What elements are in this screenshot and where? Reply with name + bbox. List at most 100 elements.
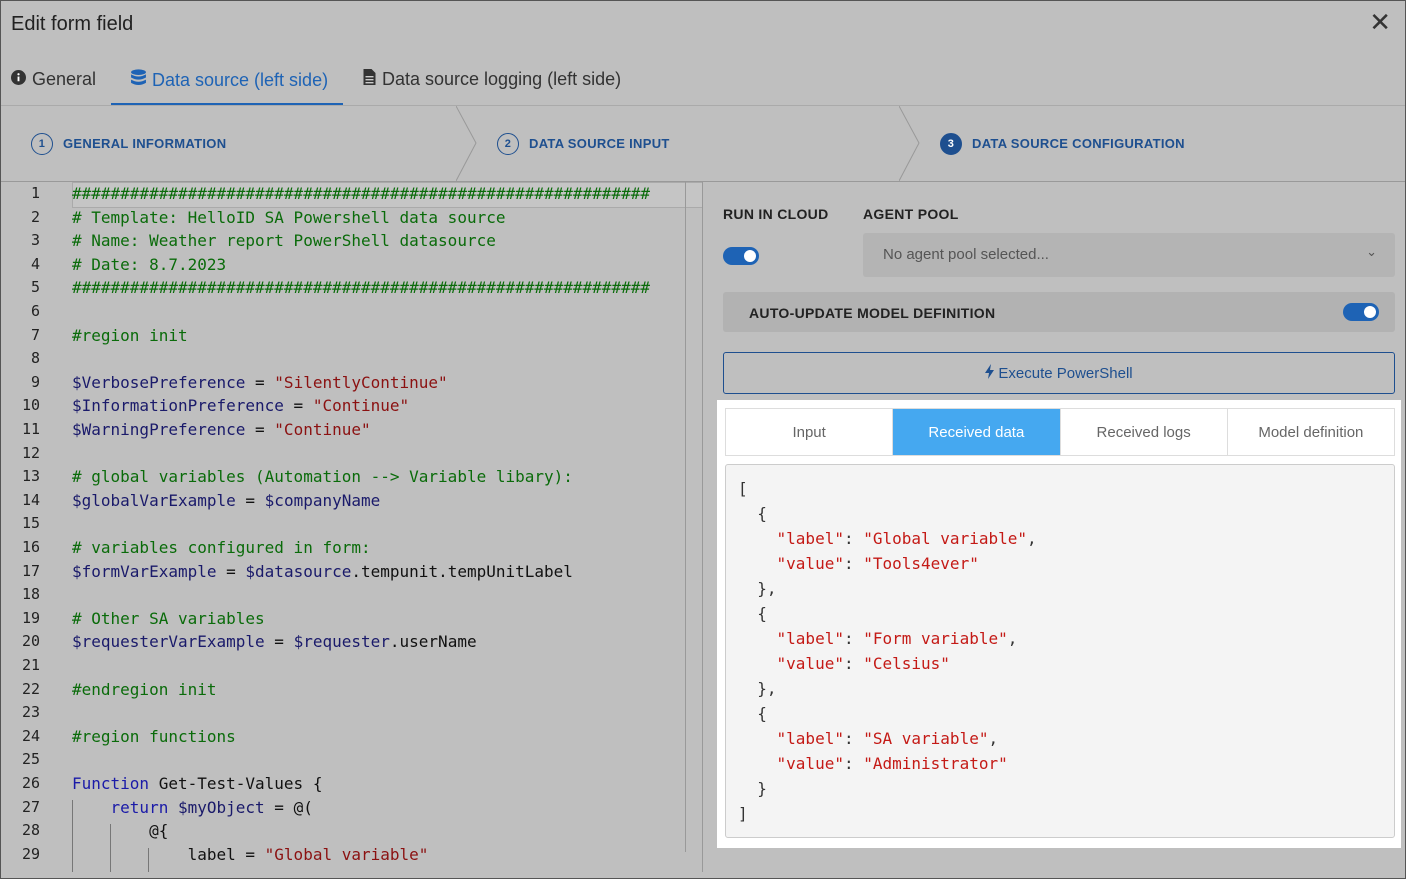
step-label: DATA SOURCE INPUT bbox=[529, 136, 670, 151]
chevron-down-icon: ⌄ bbox=[1366, 244, 1377, 259]
received-data-output: [ { "label": "Global variable", "value":… bbox=[725, 464, 1395, 838]
line-number: 25 bbox=[21, 750, 40, 769]
chevron-right-icon bbox=[899, 106, 920, 181]
code-line: ########################################… bbox=[72, 278, 650, 298]
line-number: 29 bbox=[21, 844, 40, 863]
step-data-source-configuration[interactable]: 3 DATA SOURCE CONFIGURATION bbox=[940, 106, 1185, 181]
code-line: return $myObject = @( bbox=[110, 797, 313, 817]
agent-pool-select[interactable]: No agent pool selected... ⌄ bbox=[863, 233, 1395, 277]
step-label: DATA SOURCE CONFIGURATION bbox=[972, 136, 1185, 151]
close-icon[interactable]: ✕ bbox=[1369, 7, 1391, 38]
auto-update-row: AUTO-UPDATE MODEL DEFINITION bbox=[723, 292, 1395, 332]
result-panel: Input Received data Received logs Model … bbox=[717, 400, 1401, 848]
code-line: $WarningPreference = "Continue" bbox=[72, 420, 371, 439]
code-line: # Name: Weather report PowerShell dataso… bbox=[72, 231, 496, 251]
auto-update-toggle[interactable] bbox=[1343, 303, 1379, 321]
code-line: # Template: HelloID SA Powershell data s… bbox=[72, 207, 506, 227]
info-icon bbox=[11, 69, 26, 90]
code-line: Function Get-Test-Values { bbox=[72, 774, 323, 793]
json-line: { bbox=[738, 604, 767, 623]
json-line: { bbox=[738, 704, 767, 723]
line-number: 28 bbox=[21, 821, 40, 840]
line-number: 17 bbox=[21, 561, 40, 580]
line-number: 16 bbox=[21, 538, 40, 556]
code-line: #region init bbox=[72, 325, 188, 345]
json-line: }, bbox=[738, 679, 777, 698]
code-line: # Date: 8.7.2023 bbox=[72, 254, 227, 274]
step-number: 3 bbox=[940, 132, 962, 155]
line-number: 1 bbox=[30, 184, 40, 202]
json-line: "value": "Celsius" bbox=[776, 654, 950, 673]
result-tabs: Input Received data Received logs Model … bbox=[725, 408, 1395, 456]
tab-received-data[interactable]: Received data bbox=[893, 409, 1061, 455]
auto-update-label: AUTO-UPDATE MODEL DEFINITION bbox=[749, 305, 996, 321]
tab-received-logs[interactable]: Received logs bbox=[1061, 409, 1228, 455]
tab-general[interactable]: General bbox=[11, 69, 96, 90]
run-in-cloud-label: RUN IN CLOUD bbox=[723, 206, 829, 222]
tab-general-label: General bbox=[32, 69, 97, 89]
chevron-right-icon bbox=[456, 106, 477, 181]
code-line: $globalVarExample = $companyName bbox=[72, 490, 381, 510]
line-number: 24 bbox=[21, 726, 40, 745]
line-number: 13 bbox=[21, 467, 40, 486]
step-label: GENERAL INFORMATION bbox=[63, 136, 227, 151]
line-number: 23 bbox=[21, 703, 40, 722]
json-line: }, bbox=[738, 579, 777, 598]
code-line: ########################################… bbox=[72, 184, 650, 203]
line-number: 9 bbox=[30, 372, 40, 391]
line-number: 12 bbox=[21, 443, 40, 462]
json-line: "value": "Tools4ever" bbox=[776, 554, 979, 573]
step-number: 1 bbox=[31, 132, 53, 155]
line-number: 2 bbox=[30, 207, 40, 226]
line-number: 5 bbox=[30, 278, 40, 297]
line-number: 27 bbox=[21, 797, 40, 816]
json-line: "label": "Global variable", bbox=[776, 529, 1037, 548]
code-line: # Other SA variables bbox=[72, 608, 265, 628]
code-editor[interactable]: 1 #######################################… bbox=[2, 182, 703, 872]
line-number: 15 bbox=[21, 514, 40, 533]
bolt-icon bbox=[985, 363, 995, 383]
dialog-tabs: General Data source (left side) Data sou… bbox=[1, 57, 1405, 106]
step-general-information[interactable]: 1 GENERAL INFORMATION bbox=[31, 106, 226, 181]
tab-input[interactable]: Input bbox=[726, 409, 894, 455]
json-line: ] bbox=[738, 804, 748, 823]
code-line: # variables configured in form: bbox=[72, 538, 371, 557]
agent-pool-placeholder: No agent pool selected... bbox=[883, 246, 1049, 263]
line-number: 21 bbox=[21, 656, 40, 674]
tab-model-definition[interactable]: Model definition bbox=[1228, 409, 1394, 455]
line-number: 19 bbox=[21, 608, 40, 627]
wizard-steps: 1 GENERAL INFORMATION 2 DATA SOURCE INPU… bbox=[1, 106, 1405, 182]
line-number: 10 bbox=[21, 396, 40, 415]
code-line: #endregion init bbox=[72, 679, 217, 699]
run-in-cloud-toggle[interactable] bbox=[723, 247, 759, 265]
line-number: 4 bbox=[30, 254, 40, 273]
agent-pool-label: AGENT POOL bbox=[863, 206, 959, 222]
code-line: $formVarExample = $datasource.tempunit.t… bbox=[72, 561, 573, 581]
json-line: } bbox=[738, 779, 767, 798]
code-line: @{ bbox=[72, 821, 169, 841]
code-line: $VerbosePreference = "SilentlyContinue" bbox=[72, 372, 448, 392]
json-line: "label": "SA variable", bbox=[776, 729, 999, 748]
tab-data-source-label: Data source (left side) bbox=[152, 69, 329, 90]
database-icon bbox=[131, 69, 146, 91]
line-number: 7 bbox=[30, 325, 40, 344]
line-number: 26 bbox=[21, 774, 40, 792]
code-line: # global variables (Automation --> Varia… bbox=[72, 467, 573, 487]
json-line: "value": "Administrator" bbox=[776, 754, 1008, 773]
tab-data-source-logging[interactable]: Data source logging (left side) bbox=[363, 69, 621, 90]
code-line: $requesterVarExample = $requester.userNa… bbox=[72, 632, 477, 652]
line-number: 8 bbox=[30, 349, 40, 368]
line-number: 11 bbox=[21, 420, 40, 438]
execute-powershell-button[interactable]: Execute PowerShell bbox=[723, 352, 1395, 394]
line-number: 6 bbox=[30, 302, 40, 320]
line-number: 3 bbox=[30, 231, 40, 250]
configuration-panel: RUN IN CLOUD AGENT POOL No agent pool se… bbox=[703, 182, 1405, 872]
code-line: $InformationPreference = "Continue" bbox=[72, 396, 410, 416]
editor-scrollbar[interactable] bbox=[685, 182, 686, 852]
dialog-title: Edit form field bbox=[11, 13, 134, 35]
step-number: 2 bbox=[497, 132, 519, 155]
step-data-source-input[interactable]: 2 DATA SOURCE INPUT bbox=[497, 106, 670, 181]
json-line: { bbox=[738, 504, 767, 523]
tab-data-source[interactable]: Data source (left side) bbox=[131, 69, 328, 91]
execute-label: Execute PowerShell bbox=[998, 364, 1133, 382]
